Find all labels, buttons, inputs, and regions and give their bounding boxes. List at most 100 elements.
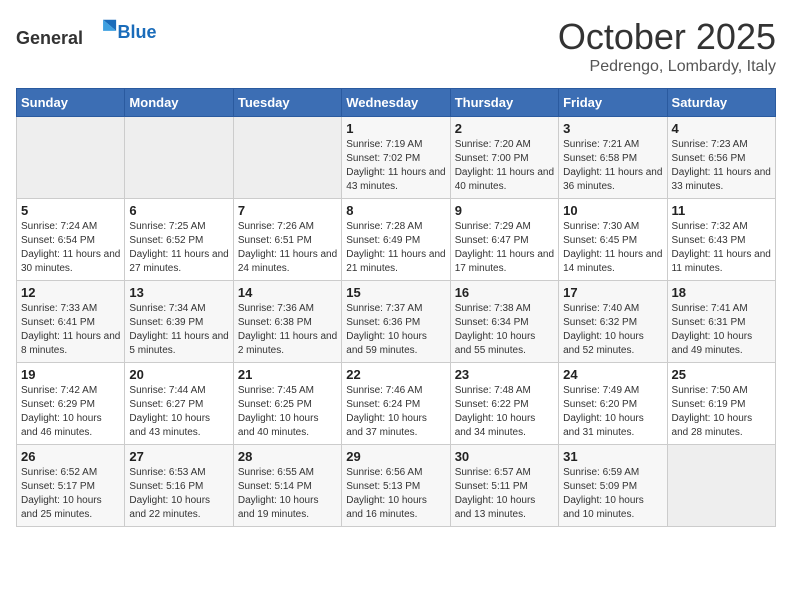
day-detail: Sunrise: 7:37 AM Sunset: 6:36 PM Dayligh… <box>346 302 445 358</box>
calendar-cell: 26 Sunrise: 6:52 AM Sunset: 5:17 PM Dayli… <box>17 445 125 527</box>
calendar-cell: 8 Sunrise: 7:28 AM Sunset: 6:49 PM Daylig… <box>342 199 450 281</box>
day-detail: Sunrise: 7:32 AM Sunset: 6:43 PM Dayligh… <box>672 220 771 276</box>
day-detail: Sunrise: 6:53 AM Sunset: 5:16 PM Dayligh… <box>129 466 228 522</box>
day-detail: Sunrise: 6:55 AM Sunset: 5:14 PM Dayligh… <box>238 466 337 522</box>
day-detail: Sunrise: 7:49 AM Sunset: 6:20 PM Dayligh… <box>563 384 662 440</box>
day-detail: Sunrise: 7:23 AM Sunset: 6:56 PM Dayligh… <box>672 138 771 194</box>
day-number: 6 <box>129 203 228 218</box>
day-number: 10 <box>563 203 662 218</box>
day-number: 21 <box>238 367 337 382</box>
day-number: 26 <box>21 449 120 464</box>
day-detail: Sunrise: 7:34 AM Sunset: 6:39 PM Dayligh… <box>129 302 228 358</box>
day-detail: Sunrise: 7:41 AM Sunset: 6:31 PM Dayligh… <box>672 302 771 358</box>
calendar-cell: 17 Sunrise: 7:40 AM Sunset: 6:32 PM Dayli… <box>559 281 667 363</box>
day-detail: Sunrise: 7:42 AM Sunset: 6:29 PM Dayligh… <box>21 384 120 440</box>
day-number: 12 <box>21 285 120 300</box>
calendar-cell: 19 Sunrise: 7:42 AM Sunset: 6:29 PM Dayli… <box>17 363 125 445</box>
calendar-cell: 2 Sunrise: 7:20 AM Sunset: 7:00 PM Daylig… <box>450 117 558 199</box>
calendar-cell: 31 Sunrise: 6:59 AM Sunset: 5:09 PM Dayli… <box>559 445 667 527</box>
day-detail: Sunrise: 6:59 AM Sunset: 5:09 PM Dayligh… <box>563 466 662 522</box>
page-header: General Blue October 2025 Pedrengo, Lomb… <box>16 16 776 76</box>
calendar-cell: 14 Sunrise: 7:36 AM Sunset: 6:38 PM Dayli… <box>233 281 341 363</box>
weekday-header: Tuesday <box>233 89 341 117</box>
weekday-header: Sunday <box>17 89 125 117</box>
day-detail: Sunrise: 7:33 AM Sunset: 6:41 PM Dayligh… <box>21 302 120 358</box>
day-detail: Sunrise: 7:21 AM Sunset: 6:58 PM Dayligh… <box>563 138 662 194</box>
calendar-cell: 21 Sunrise: 7:45 AM Sunset: 6:25 PM Dayli… <box>233 363 341 445</box>
calendar-cell: 9Sunrise: 7:29 AM Sunset: 6:47 PM Daylig… <box>450 199 558 281</box>
day-number: 25 <box>672 367 771 382</box>
day-number: 4 <box>672 121 771 136</box>
weekday-header: Thursday <box>450 89 558 117</box>
day-number: 15 <box>346 285 445 300</box>
day-detail: Sunrise: 7:38 AM Sunset: 6:34 PM Dayligh… <box>455 302 554 358</box>
day-number: 11 <box>672 203 771 218</box>
day-number: 19 <box>21 367 120 382</box>
calendar-week-row: 12 Sunrise: 7:33 AM Sunset: 6:41 PM Dayli… <box>17 281 776 363</box>
day-number: 8 <box>346 203 445 218</box>
day-detail: Sunrise: 7:45 AM Sunset: 6:25 PM Dayligh… <box>238 384 337 440</box>
calendar-cell: 18 Sunrise: 7:41 AM Sunset: 6:31 PM Dayli… <box>667 281 775 363</box>
calendar-cell: 7 Sunrise: 7:26 AM Sunset: 6:51 PM Daylig… <box>233 199 341 281</box>
day-detail: Sunrise: 7:19 AM Sunset: 7:02 PM Dayligh… <box>346 138 445 194</box>
day-number: 31 <box>563 449 662 464</box>
day-number: 7 <box>238 203 337 218</box>
day-number: 18 <box>672 285 771 300</box>
day-number: 14 <box>238 285 337 300</box>
calendar-cell: 3 Sunrise: 7:21 AM Sunset: 6:58 PM Daylig… <box>559 117 667 199</box>
calendar-cell: 4 Sunrise: 7:23 AM Sunset: 6:56 PM Daylig… <box>667 117 775 199</box>
day-number: 28 <box>238 449 337 464</box>
day-detail: Sunrise: 7:48 AM Sunset: 6:22 PM Dayligh… <box>455 384 554 440</box>
logo: General Blue <box>16 16 157 49</box>
weekday-header: Saturday <box>667 89 775 117</box>
day-detail: Sunrise: 7:25 AM Sunset: 6:52 PM Dayligh… <box>129 220 228 276</box>
calendar-week-row: 5Sunrise: 7:24 AM Sunset: 6:54 PM Daylig… <box>17 199 776 281</box>
logo-general-text: General <box>16 28 83 48</box>
day-detail: Sunrise: 6:52 AM Sunset: 5:17 PM Dayligh… <box>21 466 120 522</box>
day-number: 30 <box>455 449 554 464</box>
day-detail: Sunrise: 7:28 AM Sunset: 6:49 PM Dayligh… <box>346 220 445 276</box>
weekday-header: Wednesday <box>342 89 450 117</box>
calendar-cell: 25 Sunrise: 7:50 AM Sunset: 6:19 PM Dayli… <box>667 363 775 445</box>
calendar-cell: 28 Sunrise: 6:55 AM Sunset: 5:14 PM Dayli… <box>233 445 341 527</box>
location: Pedrengo, Lombardy, Italy <box>558 58 776 76</box>
day-detail: Sunrise: 6:56 AM Sunset: 5:13 PM Dayligh… <box>346 466 445 522</box>
day-number: 16 <box>455 285 554 300</box>
month-title: October 2025 <box>558 16 776 58</box>
calendar-cell: 15 Sunrise: 7:37 AM Sunset: 6:36 PM Dayli… <box>342 281 450 363</box>
day-detail: Sunrise: 7:50 AM Sunset: 6:19 PM Dayligh… <box>672 384 771 440</box>
day-number: 13 <box>129 285 228 300</box>
day-number: 29 <box>346 449 445 464</box>
day-detail: Sunrise: 7:40 AM Sunset: 6:32 PM Dayligh… <box>563 302 662 358</box>
logo-blue-text: Blue <box>118 22 157 42</box>
logo-icon <box>90 16 118 44</box>
calendar-cell: 27 Sunrise: 6:53 AM Sunset: 5:16 PM Dayli… <box>125 445 233 527</box>
day-detail: Sunrise: 6:57 AM Sunset: 5:11 PM Dayligh… <box>455 466 554 522</box>
day-number: 9 <box>455 203 554 218</box>
calendar-cell <box>233 117 341 199</box>
day-detail: Sunrise: 7:24 AM Sunset: 6:54 PM Dayligh… <box>21 220 120 276</box>
day-number: 22 <box>346 367 445 382</box>
calendar-week-row: 26 Sunrise: 6:52 AM Sunset: 5:17 PM Dayli… <box>17 445 776 527</box>
weekday-header: Friday <box>559 89 667 117</box>
calendar-table: SundayMondayTuesdayWednesdayThursdayFrid… <box>16 88 776 527</box>
weekday-header-row: SundayMondayTuesdayWednesdayThursdayFrid… <box>17 89 776 117</box>
day-number: 27 <box>129 449 228 464</box>
day-number: 2 <box>455 121 554 136</box>
calendar-cell: 13 Sunrise: 7:34 AM Sunset: 6:39 PM Dayli… <box>125 281 233 363</box>
day-detail: Sunrise: 7:20 AM Sunset: 7:00 PM Dayligh… <box>455 138 554 194</box>
calendar-cell <box>667 445 775 527</box>
day-number: 24 <box>563 367 662 382</box>
day-number: 1 <box>346 121 445 136</box>
calendar-cell: 22Sunrise: 7:46 AM Sunset: 6:24 PM Dayli… <box>342 363 450 445</box>
day-number: 3 <box>563 121 662 136</box>
calendar-week-row: 1 Sunrise: 7:19 AM Sunset: 7:02 PM Daylig… <box>17 117 776 199</box>
calendar-cell: 23Sunrise: 7:48 AM Sunset: 6:22 PM Dayli… <box>450 363 558 445</box>
calendar-cell: 1 Sunrise: 7:19 AM Sunset: 7:02 PM Daylig… <box>342 117 450 199</box>
day-detail: Sunrise: 7:36 AM Sunset: 6:38 PM Dayligh… <box>238 302 337 358</box>
day-number: 17 <box>563 285 662 300</box>
day-detail: Sunrise: 7:26 AM Sunset: 6:51 PM Dayligh… <box>238 220 337 276</box>
calendar-cell: 5Sunrise: 7:24 AM Sunset: 6:54 PM Daylig… <box>17 199 125 281</box>
calendar-cell: 20Sunrise: 7:44 AM Sunset: 6:27 PM Dayli… <box>125 363 233 445</box>
calendar-cell: 11 Sunrise: 7:32 AM Sunset: 6:43 PM Dayli… <box>667 199 775 281</box>
